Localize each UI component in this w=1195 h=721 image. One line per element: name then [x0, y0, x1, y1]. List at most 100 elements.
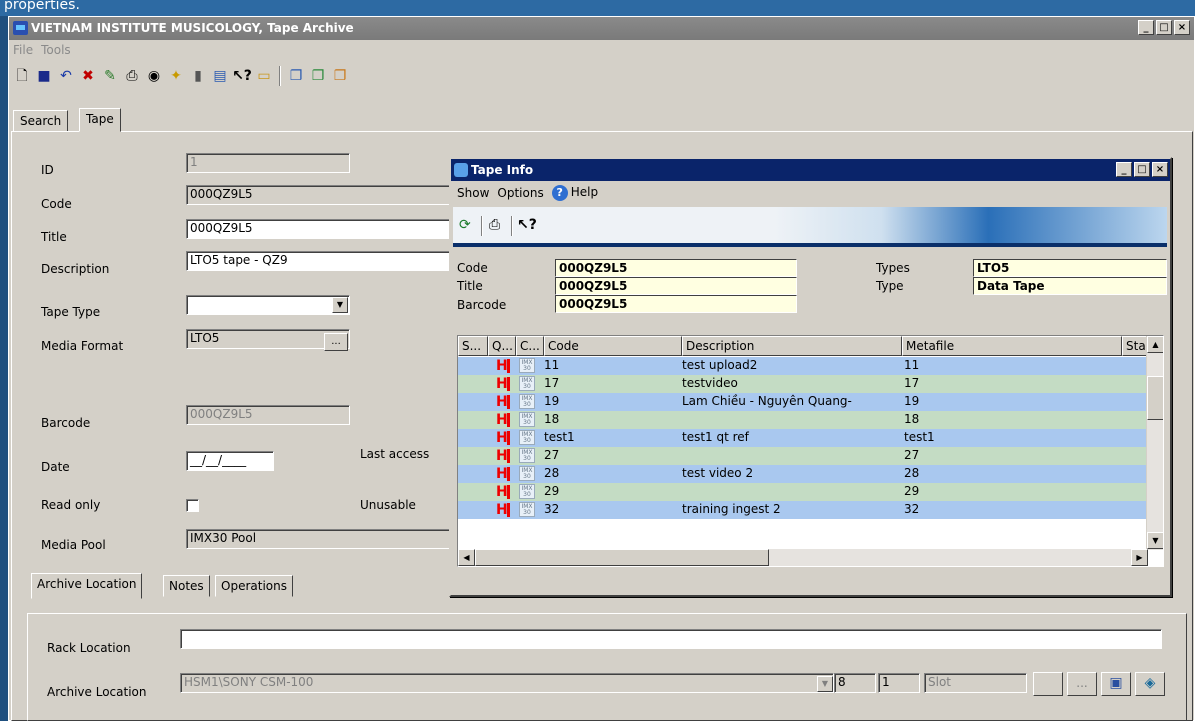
media-pool-field[interactable]: IMX30 Pool	[186, 529, 458, 549]
blank-button[interactable]	[1033, 672, 1063, 696]
menu-help[interactable]: ? Help	[551, 185, 598, 201]
close-button[interactable]: ×	[1174, 20, 1190, 35]
rack-location-field[interactable]	[180, 629, 1162, 649]
tape-info-minimize-button[interactable]: _	[1116, 162, 1132, 177]
tab-tape[interactable]: Tape	[79, 108, 121, 132]
tab-notes[interactable]: Notes	[163, 575, 210, 597]
tape-info-maximize-button[interactable]: □	[1134, 162, 1150, 177]
hscroll-thumb[interactable]	[475, 549, 769, 566]
table-row[interactable]: H IMX 30 27 27	[458, 447, 1148, 465]
main-title-bar[interactable]: VIETNAM INSTITUTE MUSICOLOGY, Tape Archi…	[9, 17, 1194, 40]
read-only-checkbox[interactable]	[186, 499, 199, 512]
code-field[interactable]: 000QZ9L5	[186, 185, 458, 205]
tape-info-close-button[interactable]: ×	[1152, 162, 1168, 177]
menu-show[interactable]: Show	[457, 186, 489, 200]
col-q[interactable]: Q...	[488, 336, 516, 356]
table-row[interactable]: H IMX 30 28 test video 2 28	[458, 465, 1148, 483]
tape-type-select[interactable]	[186, 295, 350, 315]
ti-types-field[interactable]: LTO5	[973, 259, 1167, 277]
print-icon[interactable]: ⎙	[489, 217, 500, 235]
table-row[interactable]: H IMX 30 17 testvideo 17	[458, 375, 1148, 393]
media-pool-label: Media Pool	[41, 538, 106, 552]
col-s[interactable]: S...	[458, 336, 488, 356]
chevron-down-icon[interactable]: ▼	[332, 297, 348, 313]
archive-num2-field[interactable]: 1	[878, 673, 920, 693]
slot-field[interactable]: Slot	[924, 673, 1027, 693]
ti-type-field[interactable]: Data Tape	[973, 277, 1167, 295]
tape-info-window: Tape Info _ □ × Show Options ? Help ⟳ ⎙ ↖…	[449, 157, 1172, 597]
new-icon[interactable]: 🗋	[13, 67, 31, 85]
archive-num1-field[interactable]: 8	[834, 673, 876, 693]
tape-info-title-bar[interactable]: Tape Info _ □ ×	[451, 159, 1170, 181]
whats-this-icon[interactable]: ↖?	[232, 67, 252, 85]
archive-icon[interactable]: ◉	[145, 67, 163, 85]
refresh-icon[interactable]: ⟳	[459, 217, 471, 235]
table-row[interactable]: H IMX 30 29 29	[458, 483, 1148, 501]
help-icon: ?	[551, 185, 568, 201]
status-bar-icon	[507, 503, 510, 517]
save-icon[interactable]: ■	[35, 67, 53, 85]
menu-bar: File Tools	[13, 43, 71, 61]
scroll-left-icon[interactable]: ◀	[458, 549, 475, 566]
book-icon[interactable]: ▮	[189, 67, 207, 85]
table-row[interactable]: H IMX 30 11 test upload2 11	[458, 357, 1148, 375]
format-badge-icon: IMX 30	[519, 394, 535, 409]
col-status[interactable]: Sta	[1122, 336, 1148, 356]
cell-description: test1 qt ref	[682, 430, 749, 444]
copy-c-icon[interactable]: ❐	[331, 67, 349, 85]
paint-icon[interactable]: ✎	[101, 67, 119, 85]
main-window-title: VIETNAM INSTITUTE MUSICOLOGY, Tape Archi…	[31, 21, 354, 35]
transfer-icon[interactable]: ✦	[167, 67, 185, 85]
status-mark: H	[496, 376, 508, 392]
print-icon[interactable]: ⎙	[123, 67, 141, 85]
title-field[interactable]: 000QZ9L5	[186, 219, 458, 239]
date-field[interactable]: __/__/____	[186, 451, 274, 471]
table-row[interactable]: H IMX 30 test1 test1 qt ref test1	[458, 429, 1148, 447]
archive-browse-button[interactable]: ...	[1067, 672, 1097, 696]
copy-a-icon[interactable]: ❐	[287, 67, 305, 85]
scroll-right-icon[interactable]: ▶	[1131, 549, 1148, 566]
horizontal-scrollbar[interactable]: ◀ ▶	[458, 549, 1148, 566]
ti-title-field[interactable]: 000QZ9L5	[555, 277, 797, 295]
scroll-thumb[interactable]	[1147, 376, 1163, 420]
scroll-up-icon[interactable]: ▲	[1147, 336, 1163, 353]
tab-operations[interactable]: Operations	[215, 575, 293, 597]
table-row[interactable]: H IMX 30 32 training ingest 2 32	[458, 501, 1148, 519]
tape-library-icon[interactable]: ▣	[1101, 672, 1131, 696]
folder-icon[interactable]: ▭	[255, 67, 273, 85]
col-description[interactable]: Description	[682, 336, 902, 356]
col-c[interactable]: C...	[516, 336, 544, 356]
read-only-label: Read only	[41, 498, 101, 512]
cell-description: training ingest 2	[682, 502, 781, 516]
description-field[interactable]: LTO5 tape - QZ9	[186, 251, 458, 271]
undo-icon[interactable]: ↶	[57, 67, 75, 85]
table-row[interactable]: H IMX 30 18 18	[458, 411, 1148, 429]
vertical-scrollbar[interactable]: ▲ ▼	[1146, 336, 1163, 550]
menu-tools[interactable]: Tools	[41, 43, 71, 61]
tape-drive-icon[interactable]: ◈	[1135, 672, 1165, 696]
tab-search[interactable]: Search	[13, 110, 69, 132]
scroll-down-icon[interactable]: ▼	[1147, 532, 1163, 549]
archive-chevron-down-icon[interactable]: ▼	[817, 676, 833, 692]
ti-barcode-field[interactable]: 000QZ9L5	[555, 295, 797, 313]
ti-code-field[interactable]: 000QZ9L5	[555, 259, 797, 277]
copy-b-icon[interactable]: ❐	[309, 67, 327, 85]
cell-metafile: 17	[904, 376, 920, 390]
media-format-browse-button[interactable]: ...	[324, 333, 348, 351]
tape-info-title: Tape Info	[471, 163, 534, 177]
tape-contents-table[interactable]: S... Q... C... Code Description Metafile…	[457, 335, 1164, 567]
col-code[interactable]: Code	[544, 336, 682, 356]
tab-archive-location[interactable]: Archive Location	[31, 573, 143, 599]
archive-location-select[interactable]: HSM1\SONY CSM-100	[180, 673, 834, 693]
minimize-button[interactable]: _	[1138, 20, 1154, 35]
menu-file[interactable]: File	[13, 43, 33, 61]
whats-this-icon[interactable]: ↖?	[517, 217, 537, 235]
menu-options[interactable]: Options	[497, 186, 543, 200]
cell-metafile: 32	[904, 502, 920, 516]
table-row[interactable]: H IMX 30 19 Lam Chiều - Nguyên Quang- 19	[458, 393, 1148, 411]
maximize-button[interactable]: □	[1156, 20, 1172, 35]
toolbar-separator	[279, 66, 281, 86]
export-icon[interactable]: ▤	[211, 67, 229, 85]
col-metafile[interactable]: Metafile	[902, 336, 1122, 356]
delete-icon[interactable]: ✖	[79, 67, 97, 85]
